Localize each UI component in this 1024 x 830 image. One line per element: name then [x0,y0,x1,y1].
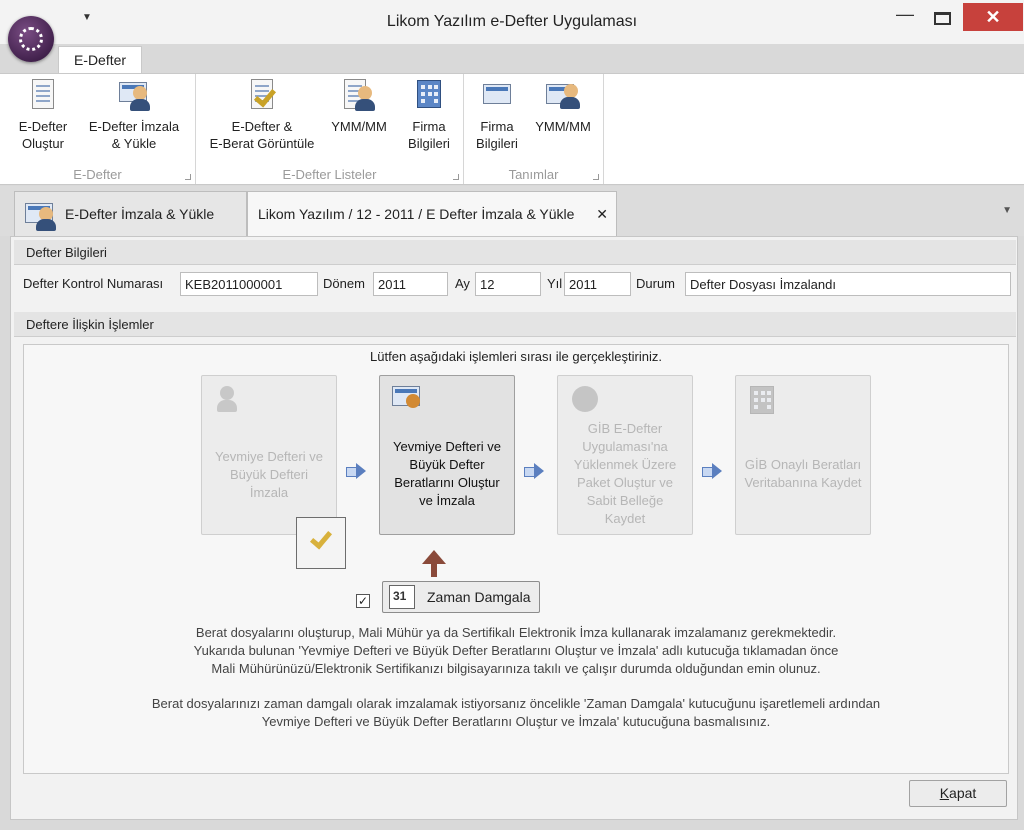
group-launcher-icon[interactable] [453,174,459,180]
certificate-icon [392,384,424,416]
islemler-box: Lütfen aşağıdaki işlemleri sırası ile ge… [23,344,1009,774]
building-icon [412,78,446,112]
tab-list-dropdown-icon[interactable]: ▼ [1002,205,1012,216]
main-panel: Defter Bilgileri Defter Kontrol Numarası… [10,236,1018,820]
step-berat-olustur-imzala[interactable]: Yevmiye Defteri ve Büyük Defter Beratlar… [379,375,515,535]
completed-check-icon [296,517,346,569]
yil-field[interactable] [564,272,631,296]
defter-bilgileri-header: Defter Bilgileri [14,240,1016,265]
info-paragraph-2: Berat dosyalarınızı zaman damgalı olarak… [151,696,881,729]
document-tab-strip: E-Defter İmzala & Yükle Likom Yazılım / … [0,186,1024,236]
arrow-right-icon [346,463,366,479]
durum-label: Durum [636,276,676,291]
sign-upload-icon [25,199,57,231]
ymm-person-icon [342,78,376,112]
islemler-header: Deftere İlişkin İşlemler [14,312,1016,337]
close-tab-icon[interactable]: ✕ [596,192,608,236]
up-arrow-icon [422,550,446,580]
ymm-mm-list-button[interactable]: YMM/MM [326,78,392,135]
defter-bilgileri-fields: Defter Kontrol Numarası Dönem Ay Yıl Dur… [21,272,1011,297]
zaman-damgala-button[interactable]: Zaman Damgala [382,581,540,613]
arrow-right-icon [702,463,722,479]
ribbon-group-tanimlar: Firma Bilgileri YMM/MM Tanımlar [464,74,604,184]
close-button[interactable]: ✕ [963,3,1023,31]
group-launcher-icon[interactable] [593,174,599,180]
kapat-button[interactable]: Kapat [909,780,1007,807]
group-launcher-icon[interactable] [185,174,191,180]
e-defter-e-berat-goruntule-button[interactable]: E-Defter & E-Berat Görüntüle [204,78,320,152]
step-veritabanina-kaydet[interactable]: GİB Onaylı Beratları Veritabanına Kaydet [735,375,871,535]
durum-field[interactable] [685,272,1011,296]
firma-bilgileri-list-button[interactable]: Firma Bilgileri [400,78,458,152]
info-paragraph-1: Berat dosyalarını oluşturup, Mali Mühür … [193,625,839,676]
tab-e-defter-imzala-yukle[interactable]: E-Defter İmzala & Yükle [14,191,247,236]
ay-field[interactable] [475,272,541,296]
kontrol-no-field[interactable] [180,272,318,296]
ymm-mm-tanim-button[interactable]: YMM/MM [530,78,596,135]
app-logo-icon [19,27,43,51]
app-menu-button[interactable] [8,16,54,62]
ribbon-group-e-defter: E-Defter Oluştur E-Defter İmzala & Yükle… [0,74,196,184]
sign-upload-icon [117,78,151,112]
window-title: Likom Yazılım e-Defter Uygulaması [386,13,638,30]
kontrol-no-label: Defter Kontrol Numarası [23,276,164,291]
zaman-damgala-checkbox[interactable]: ✓ [356,594,370,608]
maximize-button[interactable] [928,4,958,34]
ledger-document-icon [26,78,60,112]
step-paket-olustur[interactable]: GİB E-Defter Uygulaması'na Yüklenmek Üze… [557,375,693,535]
ribbon-tab-e-defter[interactable]: E-Defter [58,46,142,74]
e-defter-olustur-button[interactable]: E-Defter Oluştur [10,78,76,152]
company-card-icon [480,78,514,112]
database-save-icon [748,384,780,416]
arrow-right-icon [524,463,544,479]
ribbon-group-label: E-Defter Listeler [282,167,377,182]
calendar-icon [389,585,415,609]
document-check-icon [245,78,279,112]
ribbon-group-label: E-Defter [73,167,122,182]
instruction-text: Lütfen aşağıdaki işlemleri sırası ile ge… [370,349,662,364]
donem-field[interactable] [373,272,448,296]
yil-label: Yıl [547,276,563,291]
ribbon-group-label: Tanımlar [508,167,559,182]
step-imzala[interactable]: Yevmiye Defteri ve Büyük Defteri İmzala [201,375,337,535]
minimize-button[interactable]: — [888,4,922,34]
maximize-icon [934,12,951,25]
tab-likom-12-2011[interactable]: Likom Yazılım / 12 - 2011 / E Defter İmz… [247,191,617,236]
ribbon: E-Defter Oluştur E-Defter İmzala & Yükle… [0,73,1024,185]
download-disk-icon [570,384,602,416]
ribbon-group-e-defter-listeler: E-Defter & E-Berat Görüntüle YMM/MM Firm… [196,74,464,184]
stamp-icon [214,384,246,416]
e-defter-imzala-yukle-button[interactable]: E-Defter İmzala & Yükle [82,78,186,152]
firma-bilgileri-tanim-button[interactable]: Firma Bilgileri [470,78,524,152]
donem-label: Dönem [323,276,365,291]
ay-label: Ay [455,276,470,291]
title-bar: ▼ Likom Yazılım e-Defter Uygulaması — ✕ [0,0,1024,44]
ymm-card-icon [546,78,580,112]
